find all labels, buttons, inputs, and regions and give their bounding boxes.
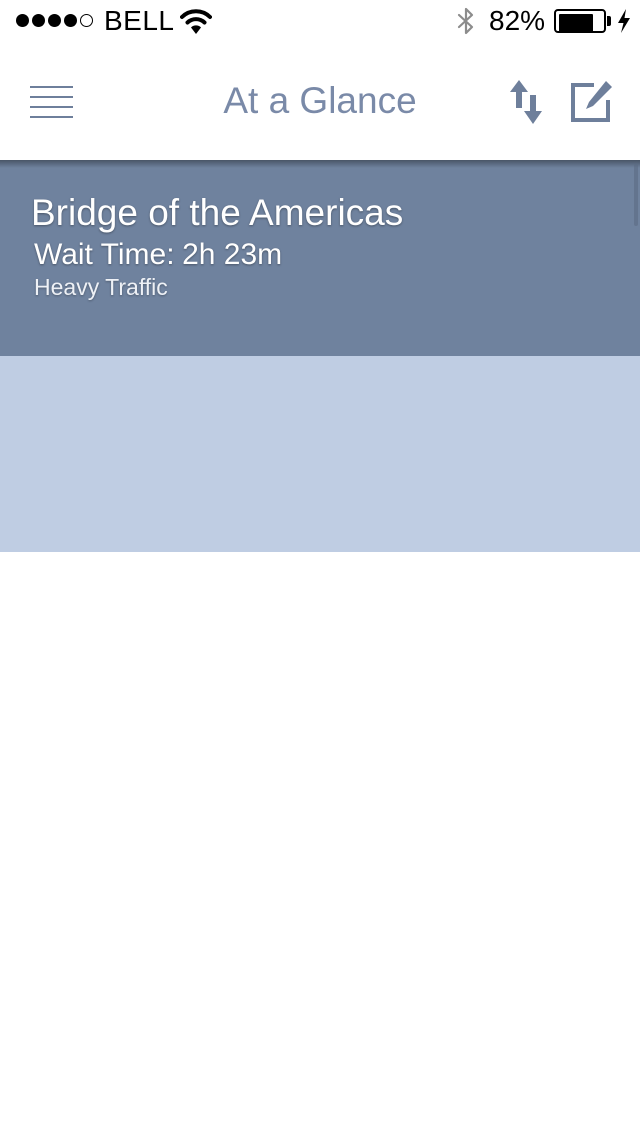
- battery-level-fill: [559, 14, 593, 32]
- nav-bar-shadow: [0, 160, 640, 168]
- bluetooth-icon: [457, 7, 474, 35]
- signal-dot: [48, 14, 61, 27]
- battery-terminal: [607, 16, 611, 26]
- crossing-name: Bridge of the Americas: [31, 192, 404, 233]
- lightning-bolt-icon: [618, 9, 630, 33]
- menu-line: [30, 106, 73, 108]
- signal-dot: [32, 14, 45, 27]
- wifi-icon: [180, 9, 212, 34]
- menu-line: [30, 86, 73, 88]
- menu-line: [30, 116, 73, 118]
- wait-time: Wait Time: 2h 23m: [34, 236, 282, 274]
- wait-time-value: 2h 23m: [182, 238, 283, 271]
- signal-dot-empty: [80, 14, 93, 27]
- page-title: At a Glance: [223, 80, 417, 121]
- wait-time-label: Wait Time:: [34, 238, 175, 271]
- edit-icon: [571, 81, 612, 122]
- navigation-bar: At a Glance: [0, 42, 640, 160]
- crossing-card[interactable]: Bridge of the Americas Wait Time: 2h 23m …: [0, 160, 640, 356]
- battery-percentage: 82%: [489, 5, 546, 36]
- signal-dot: [16, 14, 29, 27]
- signal-dot: [64, 14, 77, 27]
- sort-arrows-icon: [510, 80, 542, 124]
- menu-line: [30, 96, 73, 98]
- battery-shell: [554, 9, 606, 33]
- carrier-name: BELL: [104, 5, 175, 36]
- menu-button[interactable]: [30, 84, 74, 120]
- signal-strength-indicator: [16, 14, 93, 27]
- battery-icon: [554, 9, 612, 35]
- traffic-status: Heavy Traffic: [34, 274, 168, 300]
- edit-button[interactable]: [568, 78, 614, 126]
- empty-crossing-slot: [0, 356, 640, 552]
- sort-button[interactable]: [508, 78, 546, 126]
- scroll-indicator[interactable]: [634, 164, 638, 226]
- status-bar: BELL 82%: [0, 0, 640, 42]
